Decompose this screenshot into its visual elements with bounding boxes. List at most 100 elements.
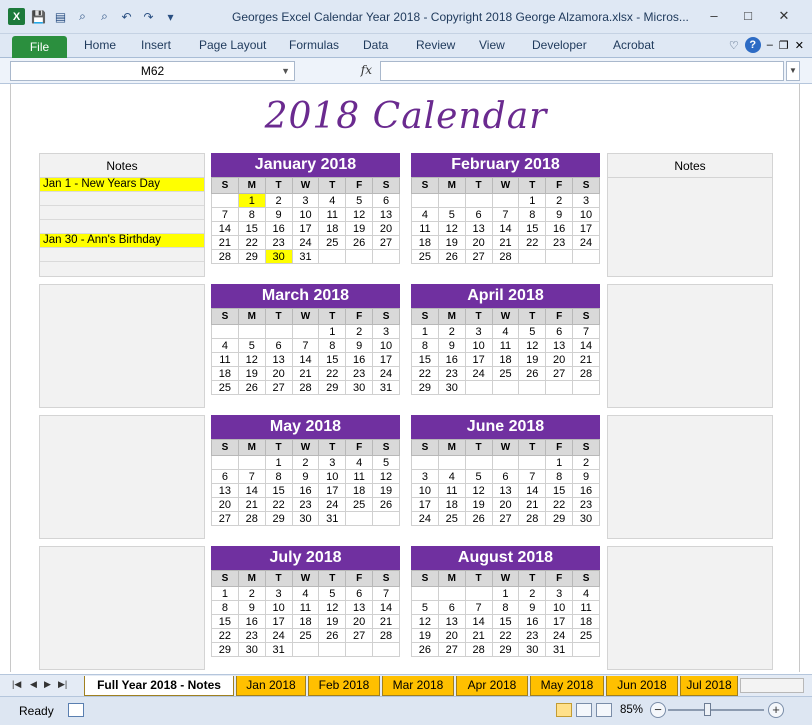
day-cell[interactable]	[464, 380, 493, 395]
day-cell[interactable]: 25	[345, 497, 374, 512]
day-cell[interactable]	[572, 380, 600, 395]
day-cell[interactable]: 17	[264, 614, 293, 629]
sheet-tab-feb[interactable]: Feb 2018	[308, 676, 380, 696]
day-cell[interactable]: 3	[291, 193, 320, 208]
day-cell[interactable]: 28	[211, 249, 239, 264]
day-cell[interactable]: 30	[345, 380, 374, 395]
day-cell[interactable]: 4	[345, 455, 374, 470]
day-cell[interactable]: 24	[545, 628, 574, 643]
day-cell[interactable]: 30	[237, 642, 266, 657]
day-cell[interactable]	[237, 455, 266, 470]
day-cell[interactable]: 23	[345, 366, 374, 381]
workbook-restore-icon[interactable]: ❐	[779, 39, 789, 52]
day-cell[interactable]: 2	[518, 586, 547, 601]
day-cell[interactable]: 15	[491, 614, 520, 629]
day-cell[interactable]: 23	[545, 235, 574, 250]
day-cell[interactable]: 22	[237, 235, 266, 250]
day-cell[interactable]: 20	[491, 497, 520, 512]
day-cell[interactable]: 20	[545, 352, 574, 367]
day-cell[interactable]: 6	[345, 586, 374, 601]
day-cell[interactable]: 19	[464, 497, 493, 512]
ribbon-minimize-icon[interactable]: ♡	[729, 39, 739, 52]
day-cell[interactable]: 18	[291, 614, 320, 629]
day-cell[interactable]: 14	[518, 483, 547, 498]
note-row[interactable]: Jan 30 - Ann's Birthday	[40, 234, 204, 248]
note-row[interactable]	[40, 248, 204, 262]
day-cell[interactable]: 16	[264, 221, 293, 236]
day-cell[interactable]: 24	[572, 235, 600, 250]
day-cell[interactable]: 31	[291, 249, 320, 264]
note-row[interactable]	[40, 192, 204, 206]
sheet-tab-jan[interactable]: Jan 2018	[236, 676, 306, 696]
day-cell[interactable]: 8	[411, 338, 439, 353]
day-cell[interactable]: 31	[372, 380, 400, 395]
tab-review[interactable]: Review	[416, 38, 455, 52]
day-cell[interactable]: 15	[237, 221, 266, 236]
day-cell[interactable]: 25	[211, 380, 239, 395]
day-cell[interactable]: 11	[437, 483, 466, 498]
day-cell[interactable]: 29	[318, 380, 347, 395]
day-cell[interactable]: 10	[411, 483, 439, 498]
sheet-tab-jun[interactable]: Jun 2018	[606, 676, 678, 696]
day-cell[interactable]: 27	[264, 380, 293, 395]
tab-developer[interactable]: Developer	[532, 38, 587, 52]
day-cell[interactable]: 27	[545, 366, 574, 381]
day-cell[interactable]	[491, 193, 520, 208]
day-cell[interactable]: 2	[237, 586, 266, 601]
day-cell[interactable]: 26	[518, 366, 547, 381]
day-cell[interactable]: 7	[464, 600, 493, 615]
day-cell[interactable]: 15	[211, 614, 239, 629]
day-cell[interactable]	[211, 193, 239, 208]
day-cell[interactable]	[411, 586, 439, 601]
day-cell[interactable]: 6	[372, 193, 400, 208]
day-cell[interactable]: 16	[437, 352, 466, 367]
day-cell[interactable]: 20	[437, 628, 466, 643]
day-cell[interactable]: 12	[437, 221, 466, 236]
day-cell[interactable]: 4	[211, 338, 239, 353]
day-cell[interactable]: 21	[372, 614, 400, 629]
day-cell[interactable]: 20	[464, 235, 493, 250]
day-cell[interactable]: 13	[545, 338, 574, 353]
day-cell[interactable]: 13	[464, 221, 493, 236]
day-cell[interactable]: 14	[372, 600, 400, 615]
day-cell[interactable]: 20	[372, 221, 400, 236]
notes-panel-right-3[interactable]	[607, 415, 773, 539]
day-cell[interactable]: 5	[518, 324, 547, 339]
help-icon[interactable]: ?	[744, 37, 761, 53]
day-cell[interactable]: 16	[291, 483, 320, 498]
print-preview-icon[interactable]: ▤	[52, 8, 69, 25]
sheet-tab-jul[interactable]: Jul 2018	[680, 676, 738, 696]
day-cell[interactable]	[572, 642, 600, 657]
sheet-tab-apr[interactable]: Apr 2018	[456, 676, 528, 696]
day-cell[interactable]	[237, 324, 266, 339]
day-cell[interactable]: 2	[437, 324, 466, 339]
zoom-out-button[interactable]: −	[650, 702, 666, 718]
day-cell[interactable]	[291, 642, 320, 657]
insert-function-icon[interactable]: fx	[361, 63, 372, 77]
day-cell[interactable]: 25	[318, 235, 347, 250]
day-cell[interactable]: 29	[411, 380, 439, 395]
day-cell[interactable]: 6	[437, 600, 466, 615]
day-cell[interactable]: 29	[491, 642, 520, 657]
day-cell[interactable]: 28	[518, 511, 547, 526]
day-cell[interactable]: 10	[264, 600, 293, 615]
worksheet-area[interactable]: 2018 Calendar Notes Jan 1 - New Years Da…	[10, 84, 800, 672]
day-cell[interactable]: 6	[211, 469, 239, 484]
day-cell[interactable]: 21	[211, 235, 239, 250]
day-cell[interactable]: 12	[318, 600, 347, 615]
day-cell[interactable]: 5	[318, 586, 347, 601]
day-cell[interactable]: 18	[211, 366, 239, 381]
expand-formula-bar-icon[interactable]: ▼	[786, 61, 800, 81]
day-cell[interactable]: 26	[372, 497, 400, 512]
find-icon[interactable]: ⌕	[74, 8, 91, 25]
day-cell[interactable]: 26	[237, 380, 266, 395]
day-cell[interactable]: 24	[411, 511, 439, 526]
day-cell[interactable]	[411, 193, 439, 208]
day-cell[interactable]: 1	[237, 193, 266, 208]
day-cell[interactable]: 12	[237, 352, 266, 367]
day-cell[interactable]: 3	[545, 586, 574, 601]
day-cell[interactable]: 15	[318, 352, 347, 367]
first-sheet-icon[interactable]: |◀	[12, 679, 21, 690]
day-cell[interactable]	[545, 249, 574, 264]
day-cell[interactable]	[211, 324, 239, 339]
